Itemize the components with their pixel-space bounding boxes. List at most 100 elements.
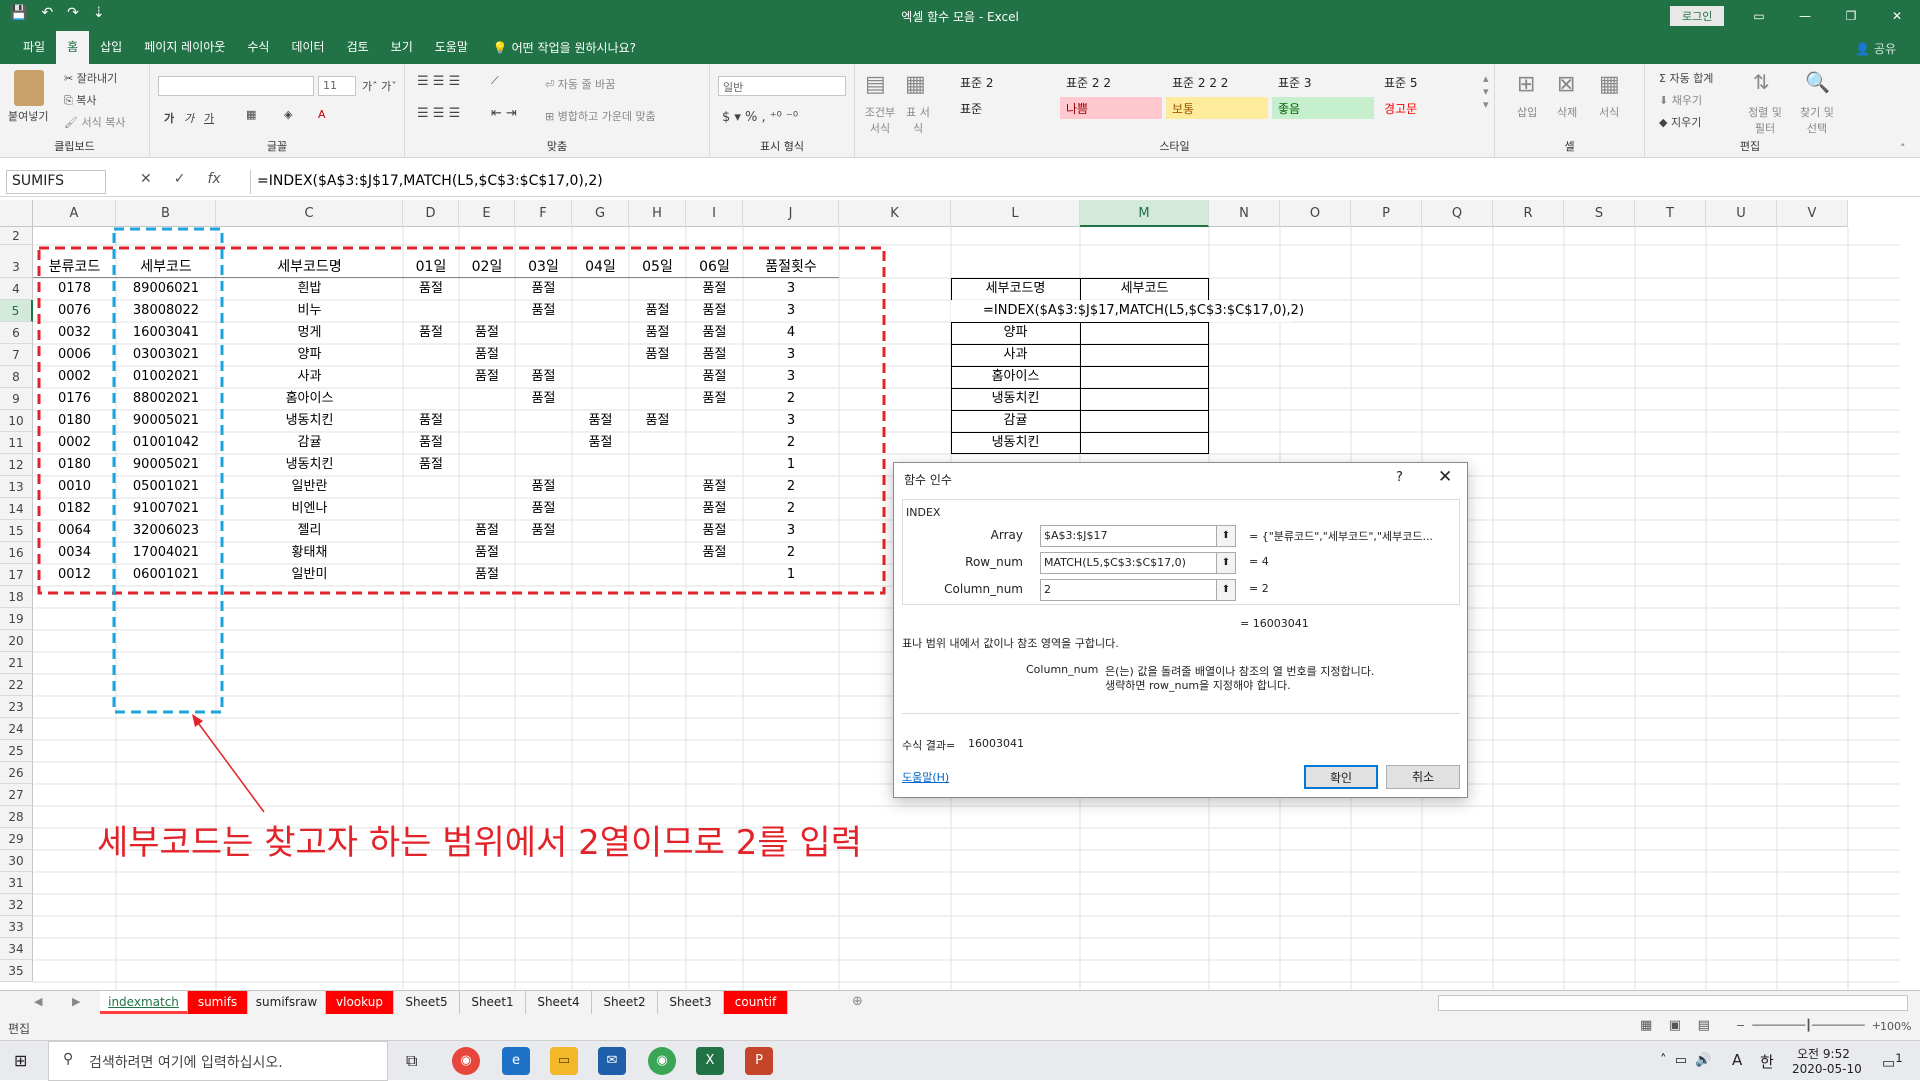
delete-cells-icon[interactable]: ⊠ — [1557, 72, 1575, 97]
row-header-8[interactable]: 8 — [0, 366, 33, 388]
format-cells-icon[interactable]: ▦ — [1599, 72, 1620, 97]
table-data-cell[interactable]: 감귤 — [216, 432, 403, 454]
ok-button[interactable]: 확인 — [1304, 765, 1378, 789]
table-data-cell[interactable]: 88002021 — [116, 388, 216, 410]
table-data-cell[interactable]: 01002021 — [116, 366, 216, 388]
row-header-21[interactable]: 21 — [0, 652, 33, 674]
find-select-button[interactable]: 찾기 및 선택 — [1795, 104, 1839, 136]
table-data-cell[interactable]: 비누 — [216, 300, 403, 322]
row-header-32[interactable]: 32 — [0, 894, 33, 916]
tell-me-search[interactable]: 💡 어떤 작업을 원하시나요? — [493, 39, 636, 56]
tab-review[interactable]: 검토 — [336, 31, 380, 64]
table-data-cell[interactable]: 38008022 — [116, 300, 216, 322]
help-link[interactable]: 도움말(H) — [902, 769, 949, 785]
sort-filter-icon[interactable]: ⇅ — [1753, 70, 1770, 94]
row-header-4[interactable]: 4 — [0, 278, 33, 300]
table-data-cell[interactable]: 3 — [743, 520, 839, 542]
table-data-cell[interactable]: 0178 — [33, 278, 116, 300]
table-data-cell[interactable]: 일반란 — [216, 476, 403, 498]
column-header-f[interactable]: F — [515, 200, 572, 227]
column-header-b[interactable]: B — [116, 200, 216, 227]
table-data-cell[interactable]: 품절 — [629, 344, 686, 366]
row-header-14[interactable]: 14 — [0, 498, 33, 520]
row-header-12[interactable]: 12 — [0, 454, 33, 476]
table-data-cell[interactable]: 품절 — [459, 520, 515, 542]
style-cell[interactable]: 표준 2 — [954, 71, 1056, 93]
table-data-cell[interactable]: 0076 — [33, 300, 116, 322]
share-button[interactable]: 👤 공유 — [1855, 40, 1896, 57]
table-data-cell[interactable]: 3 — [743, 300, 839, 322]
collapse-dialog-icon[interactable]: ⬆ — [1216, 579, 1236, 601]
dialog-close-icon[interactable]: ✕ — [1438, 467, 1452, 487]
chrome-icon[interactable]: ◉ — [452, 1047, 480, 1075]
table-data-cell[interactable]: 양파 — [216, 344, 403, 366]
table-data-cell[interactable]: 품절 — [515, 498, 572, 520]
fill-color-icon[interactable]: ◈ — [284, 108, 292, 121]
table-data-cell[interactable]: 1 — [743, 454, 839, 476]
conditional-format-button[interactable]: 조건부 서식 — [863, 104, 897, 136]
cancel-icon[interactable]: ✕ — [140, 171, 152, 187]
merge-center-button[interactable]: ⊞ 병합하고 가운데 맞춤 — [545, 108, 656, 124]
arg-input-row-num[interactable]: MATCH(L5,$C$3:$C$17,0) — [1040, 552, 1230, 574]
table-data-cell[interactable]: 품절 — [515, 366, 572, 388]
table-data-cell[interactable]: 0176 — [33, 388, 116, 410]
row-header-23[interactable]: 23 — [0, 696, 33, 718]
insert-cells-icon[interactable]: ⊞ — [1517, 72, 1535, 97]
table-header-cell[interactable]: 03일 — [515, 245, 572, 278]
powerpoint-icon[interactable]: P — [745, 1047, 773, 1075]
cut-button[interactable]: ✂ 잘라내기 — [64, 70, 117, 86]
sheet-tab-vlookup[interactable]: vlookup — [326, 991, 394, 1014]
table-data-cell[interactable]: 흰밥 — [216, 278, 403, 300]
table-data-cell[interactable]: 멍게 — [216, 322, 403, 344]
column-header-h[interactable]: H — [629, 200, 686, 227]
row-header-5[interactable]: 5 — [0, 300, 33, 322]
border-icon[interactable]: ▦ — [246, 108, 256, 121]
table-data-cell[interactable]: 0180 — [33, 410, 116, 432]
lookup-header-name[interactable]: 세부코드명 — [951, 278, 1080, 300]
table-data-cell[interactable]: 품절 — [515, 388, 572, 410]
table-data-cell[interactable]: 32006023 — [116, 520, 216, 542]
row-header-7[interactable]: 7 — [0, 344, 33, 366]
table-data-cell[interactable]: 사과 — [216, 366, 403, 388]
lookup-name-cell[interactable]: 홈아이스 — [951, 366, 1080, 388]
row-header-10[interactable]: 10 — [0, 410, 33, 432]
wrap-text-button[interactable]: ⏎ 자동 줄 바꿈 — [545, 76, 615, 92]
table-header-cell[interactable]: 분류코드 — [33, 245, 116, 278]
table-data-cell[interactable]: 품절 — [686, 520, 743, 542]
clear-button[interactable]: ◆ 지우기 — [1659, 114, 1701, 130]
lookup-header-code[interactable]: 세부코드 — [1080, 278, 1209, 300]
table-data-cell[interactable]: 90005021 — [116, 410, 216, 432]
row-header-9[interactable]: 9 — [0, 388, 33, 410]
formula-input[interactable]: =INDEX($A$3:$J$17,MATCH(L5,$C$3:$C$17,0)… — [250, 170, 1910, 194]
tab-view[interactable]: 보기 — [380, 31, 424, 64]
style-cell-neutral[interactable]: 보통 — [1166, 97, 1268, 119]
table-data-cell[interactable]: 품절 — [686, 476, 743, 498]
tab-help[interactable]: 도움말 — [424, 31, 479, 64]
table-data-cell[interactable]: 91007021 — [116, 498, 216, 520]
sort-filter-button[interactable]: 정렬 및 필터 — [1743, 104, 1787, 136]
table-data-cell[interactable]: 4 — [743, 322, 839, 344]
table-data-cell[interactable]: 3 — [743, 278, 839, 300]
sheet-tab-sheet3[interactable]: Sheet3 — [658, 991, 724, 1014]
table-data-cell[interactable]: 품절 — [403, 322, 459, 344]
zoom-level[interactable]: 100% — [1880, 1020, 1911, 1033]
column-header-t[interactable]: T — [1635, 200, 1706, 227]
table-data-cell[interactable]: 06001021 — [116, 564, 216, 586]
table-data-cell[interactable]: 품절 — [686, 300, 743, 322]
table-data-cell[interactable]: 01001042 — [116, 432, 216, 454]
column-header-k[interactable]: K — [839, 200, 951, 227]
sheet-tab-sumifs[interactable]: sumifs — [188, 991, 248, 1014]
row-header-20[interactable]: 20 — [0, 630, 33, 652]
orientation-icon[interactable]: ⟋ — [491, 74, 499, 88]
select-all-corner[interactable] — [0, 200, 33, 227]
table-data-cell[interactable]: 품절 — [459, 322, 515, 344]
table-data-cell[interactable]: 비엔나 — [216, 498, 403, 520]
underline-button[interactable]: 가 — [204, 110, 214, 126]
style-cell[interactable]: 표준 3 — [1272, 71, 1374, 93]
column-header-e[interactable]: E — [459, 200, 515, 227]
font-size-box[interactable]: 11 — [318, 76, 356, 96]
column-header-m[interactable]: M — [1080, 200, 1209, 227]
arg-input-array[interactable]: $A$3:$J$17 — [1040, 525, 1230, 547]
table-data-cell[interactable]: 품절 — [515, 278, 572, 300]
find-icon[interactable]: 🔍 — [1805, 70, 1830, 94]
